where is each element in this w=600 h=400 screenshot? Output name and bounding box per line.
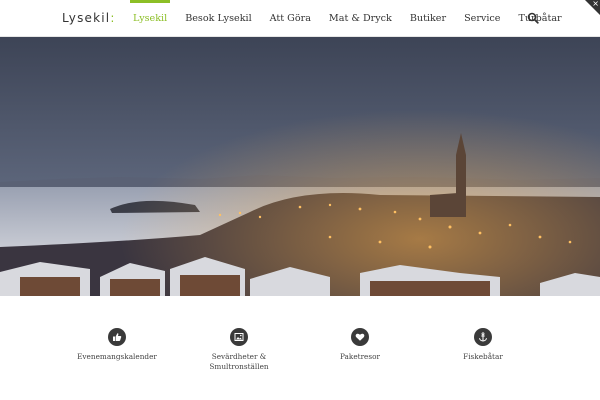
feature-label-line2: Smultronställen: [209, 362, 269, 371]
header: Lysekil: Lysekil Besok Lysekil Att Göra …: [0, 0, 600, 37]
nav-item-att-gora[interactable]: Att Göra: [270, 13, 311, 24]
image-icon[interactable]: [230, 328, 248, 346]
feature-evenemangskalender[interactable]: Evenemangskalender: [57, 328, 177, 362]
close-icon[interactable]: ×: [592, 0, 599, 8]
nav-item-butiker[interactable]: Butiker: [410, 13, 446, 24]
search-icon[interactable]: [527, 12, 539, 24]
feature-label: Fiskebåtar: [463, 352, 503, 361]
main-nav: Lysekil Besok Lysekil Att Göra Mat & Dry…: [124, 0, 571, 37]
feature-sevardheter[interactable]: Sevärdheter & Smultronställen: [179, 328, 299, 372]
nav-item-service[interactable]: Service: [464, 13, 500, 24]
harbor-town-photo: [0, 37, 600, 296]
feature-paketresor[interactable]: Paketresor: [300, 328, 420, 362]
logo[interactable]: Lysekil:: [62, 11, 116, 25]
nav-item-turbatar[interactable]: Turbåtar: [518, 13, 561, 24]
features-section: Evenemangskalender Sevärdheter & Smultro…: [0, 296, 600, 400]
feature-fiskebatar[interactable]: Fiskebåtar: [423, 328, 543, 362]
feature-label-line1: Sevärdheter &: [211, 352, 267, 361]
heart-icon[interactable]: [351, 328, 369, 346]
feature-label: Evenemangskalender: [77, 352, 157, 361]
anchor-icon[interactable]: [474, 328, 492, 346]
logo-accent: :: [110, 11, 116, 25]
feature-label: Sevärdheter & Smultronställen: [179, 352, 299, 372]
logo-text: Lysekil: [62, 11, 111, 25]
thumbs-up-icon[interactable]: [108, 328, 126, 346]
nav-item-lysekil[interactable]: Lysekil: [129, 0, 171, 24]
feature-label: Paketresor: [339, 352, 381, 361]
nav-item-mat-dryck[interactable]: Mat & Dryck: [329, 13, 392, 24]
hero-image: [0, 37, 600, 296]
nav-item-besok-lysekil[interactable]: Besok Lysekil: [185, 13, 251, 24]
